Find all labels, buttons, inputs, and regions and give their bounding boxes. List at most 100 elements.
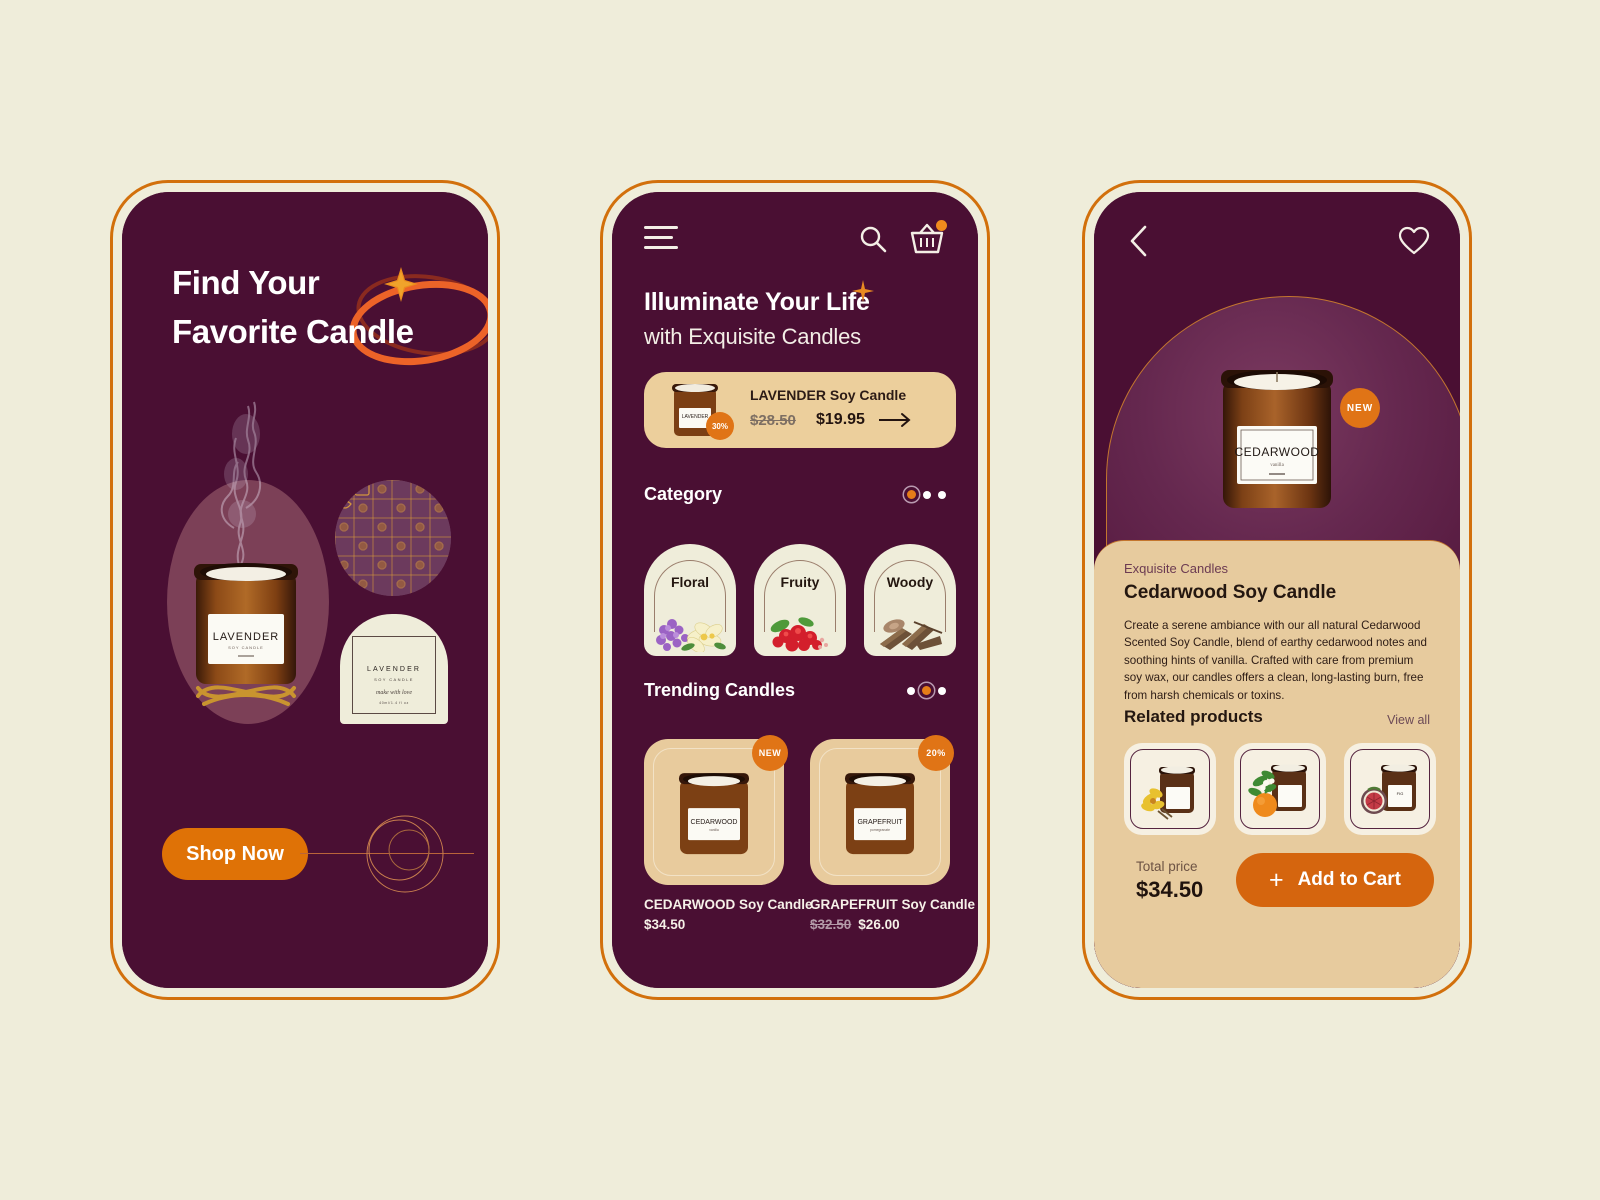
sparkle-star-icon <box>384 267 418 302</box>
hero-heading: Find Your Favorite Candle <box>172 260 488 375</box>
trending-product-name: CEDARWOOD Soy Candle <box>644 897 813 912</box>
label-card-script: make with love <box>376 690 412 697</box>
design-canvas: Find Your Favorite Candle LAVENDER SOY C… <box>0 0 1600 1200</box>
floral-icon <box>656 619 726 652</box>
promo-product-name: LAVENDER Soy Candle <box>750 387 907 403</box>
trending-card-grapefruit[interactable]: GRAPEFRUIT pomegranate 20% <box>810 735 954 885</box>
category-pagination-dots[interactable] <box>907 490 946 499</box>
trending-badge: NEW <box>752 735 788 771</box>
pagination-dot[interactable] <box>923 490 931 499</box>
label-card-size: 40ml/1.4 fl oz <box>379 700 409 705</box>
related-products-heading: Related products <box>1124 707 1263 726</box>
trending-product-name: GRAPEFRUIT Soy Candle <box>810 897 976 912</box>
label-card-subtitle: SOY CANDLE <box>374 677 414 683</box>
orange-blossom-icon <box>1248 764 1307 817</box>
trending-price: $26.00 <box>858 917 900 932</box>
fig-icon: FIG <box>1361 764 1417 814</box>
lavender-candle-jar-hero: LAVENDER SOY CANDLE <box>194 563 298 706</box>
related-product-card[interactable]: FIG <box>1344 743 1436 835</box>
brand-label: Exquisite Candles <box>1124 561 1229 576</box>
favorite-heart-icon[interactable] <box>1398 226 1430 256</box>
pagination-dot[interactable] <box>907 686 915 695</box>
phone-mockup-home: Illuminate Your Life with Exquisite Cand… <box>600 180 990 1000</box>
svg-text:vanilla: vanilla <box>709 828 719 832</box>
home-screen: Illuminate Your Life with Exquisite Cand… <box>612 192 978 988</box>
trending-price-row: $34.50 <box>644 917 685 932</box>
cedarwood-hero-jar: CEDARWOOD vanilla <box>1221 370 1333 508</box>
svg-text:LAVENDER: LAVENDER <box>682 414 709 420</box>
promo-new-price: $19.95 <box>816 411 865 428</box>
hero-line-2: Favorite <box>172 312 298 350</box>
add-to-cart-button[interactable]: + Add to Cart <box>1236 853 1434 907</box>
category-card-woody[interactable]: Woody <box>864 544 956 656</box>
phone-mockup-product-detail: CEDARWOOD vanilla NEW Exquisite Candles … <box>1082 180 1472 1000</box>
product-title: Cedarwood Soy Candle <box>1124 582 1337 603</box>
total-price-value: $34.50 <box>1136 877 1204 902</box>
search-icon[interactable] <box>858 224 888 254</box>
product-info-panel: Exquisite Candles Cedarwood Soy Candle C… <box>1094 540 1460 988</box>
category-card-fruity[interactable]: Fruity <box>754 544 846 656</box>
svg-text:vanilla: vanilla <box>1270 463 1284 468</box>
category-label: Fruity <box>780 574 820 590</box>
onboarding-screen: Find Your Favorite Candle LAVENDER SOY C… <box>122 192 488 988</box>
view-all-link[interactable]: View all <box>1387 713 1430 727</box>
svg-text:CEDARWOOD: CEDARWOOD <box>1235 445 1320 459</box>
cart-notification-dot <box>936 220 947 231</box>
trending-heading: Trending Candles <box>644 680 796 700</box>
pagination-dot[interactable] <box>907 490 916 499</box>
related-product-card[interactable] <box>1234 743 1326 835</box>
vanilla-flower-icon <box>1141 766 1195 820</box>
promo-old-price: $28.50 <box>750 412 796 429</box>
pagination-dot[interactable] <box>938 686 946 695</box>
detail-top-bar <box>1094 222 1460 262</box>
total-price-label: Total price <box>1136 859 1198 874</box>
trending-old-price: $32.50 <box>810 917 852 932</box>
category-heading: Category <box>644 484 723 504</box>
back-chevron-icon[interactable] <box>1126 224 1152 258</box>
hero-highlight-word: Candle <box>305 312 414 350</box>
woody-icon <box>880 619 943 650</box>
grapefruit-candle-image: GRAPEFRUIT pomegranate <box>845 773 915 855</box>
promo-banner[interactable]: LAVENDER 30% LAVENDER Soy Candle $28.50 … <box>644 372 956 448</box>
category-label: Floral <box>670 574 710 590</box>
product-detail-screen: CEDARWOOD vanilla NEW Exquisite Candles … <box>1094 192 1460 988</box>
fruity-icon <box>770 617 828 652</box>
svg-text:pomegranate: pomegranate <box>870 828 890 832</box>
smoke-wisp-graphic <box>220 401 262 568</box>
svg-text:FIG: FIG <box>1397 791 1404 796</box>
decorative-rings-graphic <box>366 815 444 893</box>
svg-text:LAVENDER: LAVENDER <box>213 631 279 643</box>
new-badge: NEW <box>1340 388 1380 428</box>
label-card-name: LAVENDER <box>366 665 421 673</box>
add-to-cart-label: Add to Cart <box>1297 869 1402 890</box>
svg-text:CEDARWOOD: CEDARWOOD <box>691 819 738 826</box>
trending-price: $34.50 <box>644 917 686 932</box>
phone-screen: Find Your Favorite Candle LAVENDER SOY C… <box>122 192 488 988</box>
arrow-right-icon[interactable] <box>878 412 912 428</box>
svg-text:GRAPEFRUIT: GRAPEFRUIT <box>857 819 903 826</box>
plus-icon: + <box>1268 865 1284 894</box>
category-label: Woody <box>886 574 934 590</box>
shop-now-button[interactable]: Shop Now <box>162 828 308 880</box>
cedarwood-candle-image: CEDARWOOD vanilla <box>679 773 749 855</box>
home-title: Illuminate Your Life <box>644 288 870 316</box>
top-bar <box>612 218 978 264</box>
phone-screen: CEDARWOOD vanilla NEW Exquisite Candles … <box>1094 192 1460 988</box>
promo-discount-badge: 30% <box>706 412 734 440</box>
trending-card-cedarwood[interactable]: CEDARWOOD vanilla NEW <box>644 735 788 885</box>
product-label-card: LAVENDER SOY CANDLE make with love 40ml/… <box>340 614 448 724</box>
phone-mockup-onboarding: Find Your Favorite Candle LAVENDER SOY C… <box>110 180 500 1000</box>
trending-pagination-dots[interactable] <box>907 686 946 695</box>
pagination-dot[interactable] <box>938 490 946 499</box>
phone-screen: Illuminate Your Life with Exquisite Cand… <box>612 192 978 988</box>
product-description: Create a serene ambiance with our all na… <box>1124 619 1427 702</box>
trending-price-row: $32.50 $26.00 <box>810 917 900 932</box>
home-subtitle: with Exquisite Candles <box>644 324 861 349</box>
svg-text:SOY CANDLE: SOY CANDLE <box>228 645 264 650</box>
category-card-floral[interactable]: Floral <box>644 544 736 656</box>
sparkle-icon <box>852 280 874 302</box>
pagination-dot[interactable] <box>922 686 931 695</box>
menu-icon[interactable] <box>644 226 678 252</box>
trending-badge: 20% <box>918 735 954 771</box>
related-product-card[interactable] <box>1124 743 1216 835</box>
